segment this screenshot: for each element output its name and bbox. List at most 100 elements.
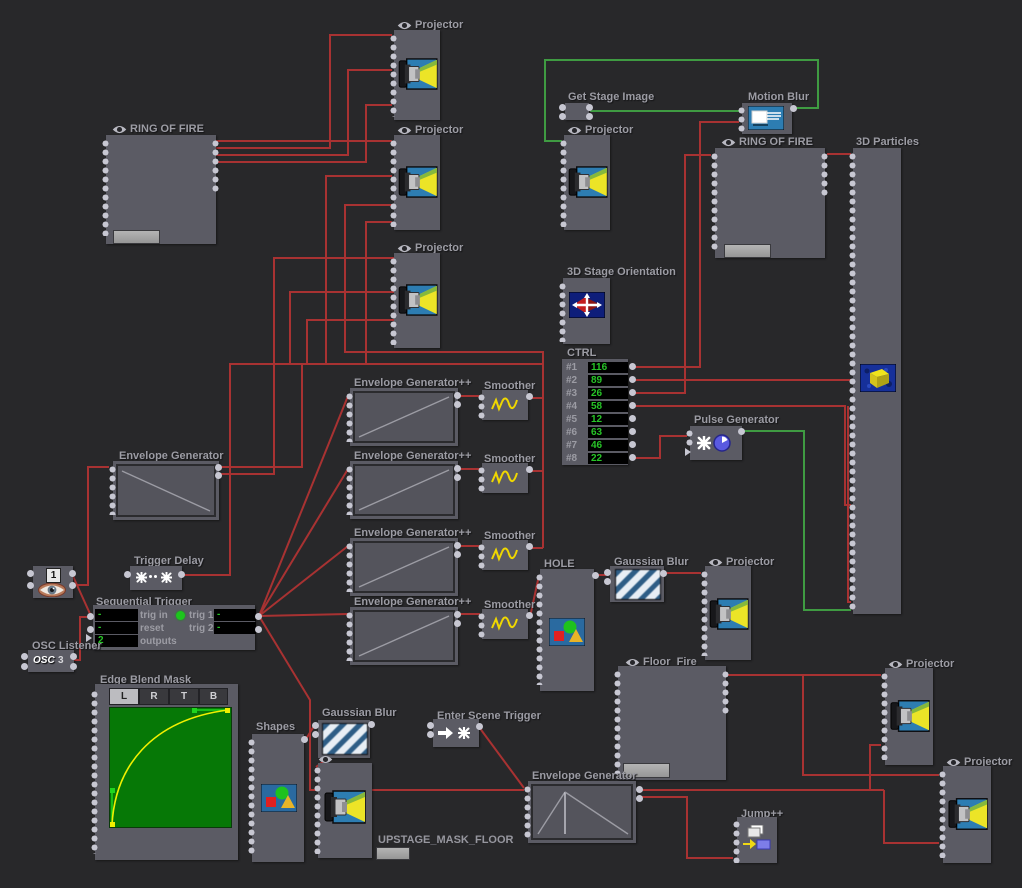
output-port[interactable] — [629, 363, 636, 370]
input-ports[interactable] — [560, 139, 567, 227]
output-port[interactable] — [629, 428, 636, 435]
output-port[interactable] — [178, 571, 185, 578]
input-ports[interactable] — [346, 611, 353, 661]
ctrl-channel-value[interactable]: 116 — [588, 362, 628, 373]
input-ports[interactable] — [686, 429, 693, 446]
input-ports[interactable] — [248, 738, 255, 856]
input-port[interactable] — [87, 626, 94, 633]
trigger-input-port[interactable] — [685, 448, 691, 456]
output-port[interactable] — [454, 620, 461, 627]
scene-number-value[interactable]: 1 — [46, 568, 61, 583]
output-port[interactable] — [454, 474, 461, 481]
node-smoother-1[interactable] — [482, 390, 528, 420]
input-ports[interactable] — [881, 672, 888, 760]
tab-top[interactable]: T — [169, 688, 199, 705]
node-scene-number[interactable]: 1 — [33, 566, 73, 598]
input-ports[interactable] — [701, 570, 708, 656]
output-port[interactable] — [70, 653, 77, 660]
output-port[interactable] — [454, 611, 461, 618]
ctrl-channel-value[interactable]: 22 — [588, 453, 628, 464]
output-port[interactable] — [215, 472, 222, 479]
trig2-value[interactable]: - — [214, 622, 256, 634]
output-port[interactable] — [215, 464, 222, 471]
input-port[interactable] — [27, 570, 34, 577]
node-3d-particles[interactable] — [853, 148, 901, 614]
output-port[interactable] — [301, 736, 308, 743]
input-ports[interactable] — [733, 820, 740, 863]
envelope-graph[interactable] — [116, 464, 216, 517]
input-ports[interactable] — [849, 152, 856, 610]
node-smoother-2[interactable] — [482, 463, 528, 493]
output-port[interactable] — [69, 582, 76, 589]
input-ports[interactable] — [711, 152, 718, 252]
node-projector-3[interactable] — [394, 253, 440, 348]
input-ports[interactable] — [559, 282, 566, 342]
node-envelope-generator-bottom[interactable] — [528, 781, 636, 843]
output-port[interactable] — [526, 466, 533, 473]
output-port[interactable] — [454, 392, 461, 399]
input-ports[interactable] — [390, 257, 397, 345]
output-port[interactable] — [629, 415, 636, 422]
node-osc-listener[interactable]: OSC 3 — [28, 650, 74, 672]
node-3d-stage-orientation[interactable] — [563, 278, 610, 344]
input-port[interactable] — [604, 569, 611, 576]
output-port[interactable] — [636, 786, 643, 793]
output-port[interactable] — [636, 795, 643, 802]
ctrl-channel-value[interactable]: 26 — [588, 388, 628, 399]
node-trigger-delay[interactable] — [130, 566, 182, 590]
ctrl-channel-value[interactable]: 63 — [588, 427, 628, 438]
reset-value[interactable]: - — [95, 622, 138, 634]
output-port[interactable] — [368, 721, 375, 728]
input-ports[interactable] — [478, 543, 485, 569]
trig1-value[interactable]: - — [214, 609, 256, 621]
node-jump-pp[interactable] — [737, 817, 777, 863]
output-port[interactable] — [629, 402, 636, 409]
ctrl-channel-value[interactable]: 12 — [588, 414, 628, 425]
input-ports[interactable] — [524, 785, 531, 839]
input-port[interactable] — [124, 571, 131, 578]
output-ports[interactable] — [212, 139, 219, 192]
output-port[interactable] — [454, 465, 461, 472]
input-port[interactable] — [559, 113, 566, 120]
envelope-graph[interactable] — [353, 391, 455, 443]
input-port[interactable] — [559, 104, 566, 111]
node-envelope-generator-left[interactable] — [113, 461, 219, 520]
input-ports[interactable] — [390, 139, 397, 227]
output-port[interactable] — [629, 441, 636, 448]
output-port[interactable] — [592, 572, 599, 579]
output-port[interactable] — [526, 393, 533, 400]
envelope-graph[interactable] — [353, 464, 455, 516]
envelope-graph[interactable] — [531, 784, 633, 840]
output-port[interactable] — [526, 612, 533, 619]
input-ports[interactable] — [536, 573, 543, 685]
output-port[interactable] — [629, 376, 636, 383]
node-shapes[interactable] — [252, 734, 304, 862]
input-port[interactable] — [21, 663, 28, 670]
node-motion-blur[interactable] — [742, 103, 792, 134]
output-port[interactable] — [255, 613, 262, 620]
node-ring-of-fire-1[interactable] — [106, 135, 216, 244]
output-port[interactable] — [69, 570, 76, 577]
envelope-graph[interactable] — [353, 541, 455, 593]
trig-in-value[interactable]: - — [95, 609, 138, 621]
node-hole[interactable] — [540, 569, 594, 691]
node-projector-5[interactable] — [705, 566, 751, 660]
input-ports[interactable] — [314, 766, 321, 854]
output-port[interactable] — [660, 570, 667, 577]
output-port[interactable] — [586, 104, 593, 111]
node-projector-7[interactable] — [943, 766, 991, 863]
input-ports[interactable] — [102, 139, 109, 236]
input-ports[interactable] — [91, 690, 98, 854]
patch-editor-canvas[interactable]: RING OF FIRE Projector Projector Project… — [0, 0, 1022, 888]
node-envelope-generator-pp-3[interactable] — [350, 538, 458, 596]
output-port[interactable] — [70, 663, 77, 670]
input-ports[interactable] — [614, 670, 621, 774]
output-ports[interactable] — [821, 152, 828, 196]
input-ports[interactable] — [478, 466, 485, 492]
tab-right[interactable]: R — [139, 688, 169, 705]
input-ports[interactable] — [939, 770, 946, 858]
node-ring-of-fire-2[interactable] — [715, 148, 825, 258]
input-ports[interactable] — [109, 465, 116, 515]
input-port[interactable] — [27, 582, 34, 589]
node-smoother-3[interactable] — [482, 540, 528, 570]
